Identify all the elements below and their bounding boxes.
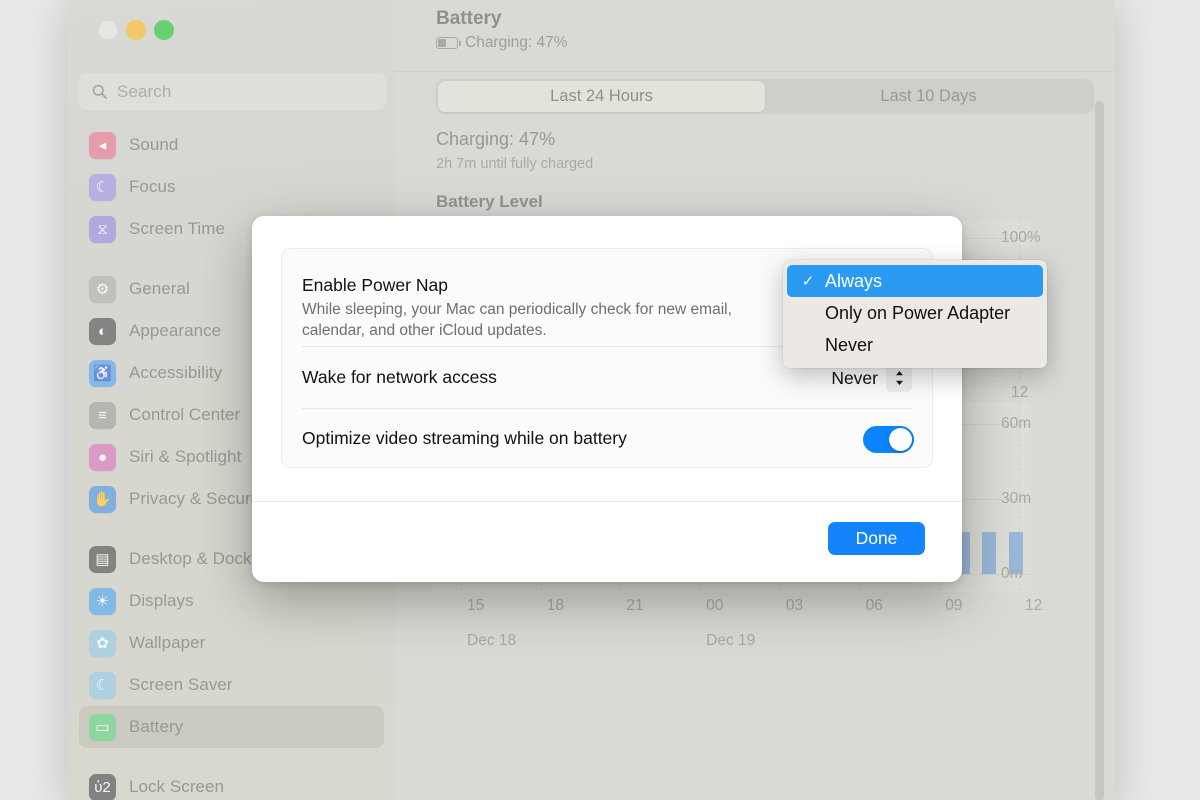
power-nap-label: Enable Power Nap (302, 275, 448, 295)
optimize-video-label: Optimize video streaming while on batter… (302, 428, 627, 448)
dropdown-option-label: Always (825, 270, 883, 291)
wake-network-value[interactable]: Never (831, 368, 878, 389)
power-nap-dropdown-menu[interactable]: ✓ Always Only on Power Adapter Never (783, 260, 1047, 368)
optimize-video-toggle[interactable] (863, 426, 914, 453)
dropdown-option-label: Never (825, 334, 874, 355)
checkmark-icon: ✓ (801, 273, 815, 290)
chevron-updown-icon (895, 371, 903, 385)
power-nap-description: While sleeping, your Mac can periodicall… (302, 301, 732, 339)
wake-network-stepper[interactable] (886, 364, 912, 392)
dialog-footer: Done (252, 501, 962, 582)
dropdown-option-only-on-power-adapter[interactable]: Only on Power Adapter (787, 297, 1043, 329)
toggle-knob (889, 428, 912, 451)
dropdown-option-always[interactable]: ✓ Always (787, 265, 1043, 297)
row-optimize-video-streaming: Optimize video streaming while on batter… (282, 409, 932, 469)
dropdown-option-never[interactable]: Never (787, 329, 1043, 361)
wake-network-label: Wake for network access (302, 367, 497, 387)
done-button[interactable]: Done (828, 522, 925, 555)
dropdown-option-label: Only on Power Adapter (825, 302, 1011, 323)
